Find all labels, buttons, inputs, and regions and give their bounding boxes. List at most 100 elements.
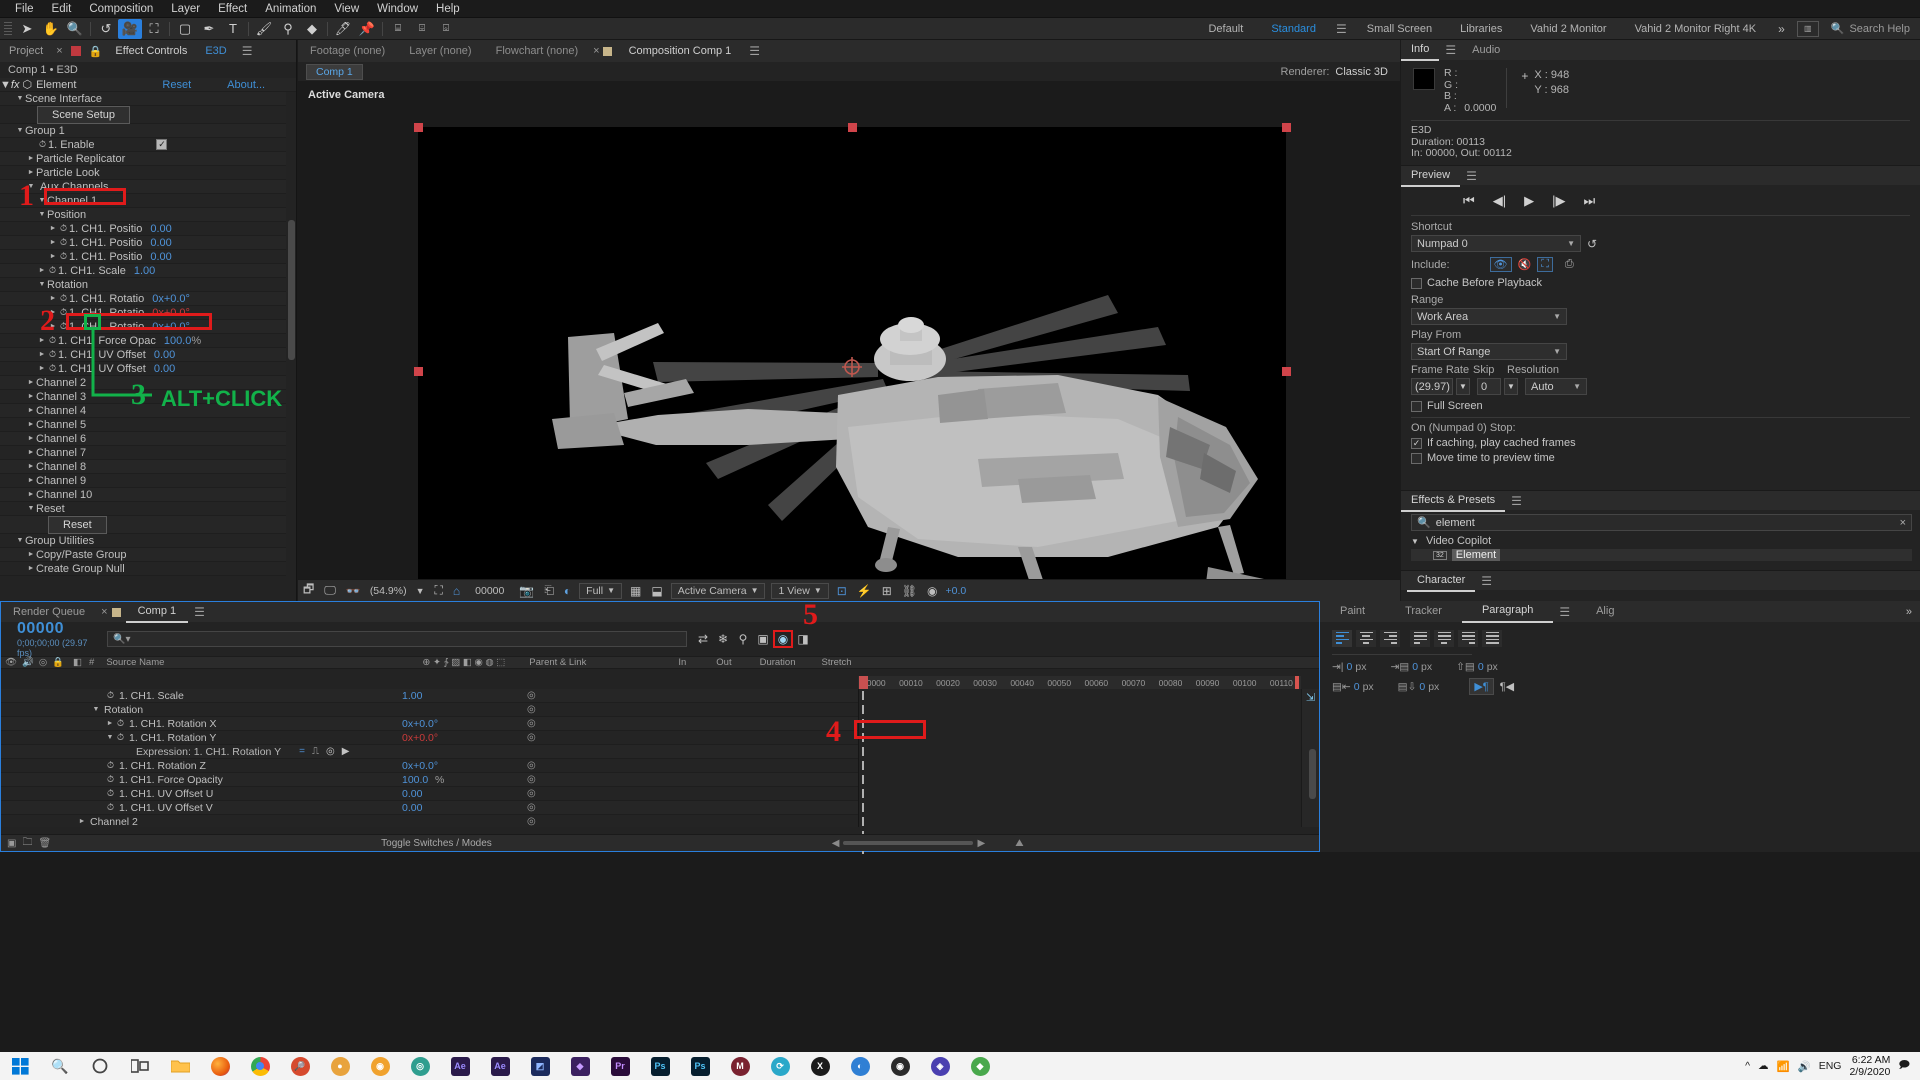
rtl-direction-button[interactable]: ¶◀ — [1500, 680, 1514, 693]
selection-handle-mr[interactable] — [1282, 367, 1291, 376]
expand-triangle-icon[interactable]: ▼ — [0, 79, 11, 91]
effect-row[interactable]: ▼ Group Utilities — [0, 534, 286, 548]
close-icon[interactable]: × — [590, 45, 602, 57]
collapse-triangle-icon[interactable]: ▼ — [105, 734, 115, 741]
keyframe-marker[interactable] — [862, 817, 864, 826]
parent-pickwhip-icon[interactable]: ◎ — [527, 732, 536, 743]
expand-triangle-icon[interactable]: ► — [48, 225, 58, 232]
frame-blending-icon[interactable]: ▣ — [753, 630, 773, 648]
effect-row[interactable]: ▼ Reset — [0, 502, 286, 516]
expand-triangle-icon[interactable]: ► — [48, 295, 58, 302]
parent-pickwhip-icon[interactable]: ◎ — [527, 718, 536, 729]
tab-paint[interactable]: Paint — [1320, 601, 1385, 622]
effect-row[interactable]: ► Create Group Null — [0, 562, 286, 576]
timeline-property-row[interactable]: ► Channel 2 ◎ — [1, 815, 858, 827]
ltr-direction-button[interactable]: ▶¶ — [1469, 678, 1494, 695]
timeline-property-value[interactable]: 0x+0.0° — [402, 732, 438, 744]
timeline-vscrollbar[interactable] — [1309, 749, 1316, 799]
graph-icon[interactable]: ⎍ — [312, 746, 319, 757]
resolution-dropdown[interactable]: Auto ▼ — [1525, 378, 1587, 395]
expression-menu-icon[interactable]: ▶ — [342, 746, 350, 757]
timeline-ruler[interactable]: 00000 00010 00020 00030 00040 00050 00060 00070… — [858, 676, 1301, 689]
timeline-property-row[interactable]: ⏱ 1. CH1. Rotation Z 0x+0.0° ◎ — [1, 759, 858, 773]
region-of-interest-icon[interactable]: ⛶ — [430, 583, 448, 598]
effect-row[interactable]: ► Channel 2 — [0, 376, 286, 390]
video-toggle-icon[interactable]: 👁 — [1, 657, 17, 668]
camera-view-dropdown[interactable]: Active Camera ▼ — [670, 582, 766, 599]
view-count-dropdown[interactable]: 1 View ▼ — [771, 582, 829, 599]
menu-item-window[interactable]: Window — [368, 0, 427, 18]
expand-triangle-icon[interactable]: ► — [26, 421, 36, 428]
comp-mini-flowchart-icon[interactable]: ⇄ — [693, 630, 713, 648]
expand-triangle-icon[interactable]: ► — [26, 393, 36, 400]
out-header[interactable]: Out — [716, 657, 731, 668]
zoom-level[interactable]: (54.9%) — [366, 585, 411, 597]
pen-tool-icon[interactable]: ✒ — [197, 19, 221, 39]
onedrive-icon[interactable]: ☁ — [1758, 1060, 1769, 1072]
tray-expand-icon[interactable]: ^ — [1745, 1060, 1750, 1072]
panel-menu-icon[interactable]: ☰ — [1439, 43, 1462, 57]
play-button[interactable]: ▶ — [1524, 193, 1534, 209]
app-maroon-icon[interactable]: M — [720, 1052, 760, 1080]
selection-handle-ml[interactable] — [414, 367, 423, 376]
timeline-property-value[interactable]: 1.00 — [402, 690, 422, 702]
timeline-property-row[interactable]: ⏱ 1. CH1. UV Offset V 0.00 ◎ — [1, 801, 858, 815]
puppet-pin-tool-icon[interactable]: 📌 — [355, 19, 379, 39]
pixel-aspect-icon[interactable]: ⊡ — [832, 584, 852, 598]
workspace-libraries[interactable]: Libraries — [1446, 18, 1516, 40]
next-frame-button[interactable]: |▶ — [1552, 193, 1565, 209]
channel-icon[interactable]: ◐ — [559, 584, 576, 598]
tab-tracker[interactable]: Tracker — [1385, 601, 1462, 622]
stopwatch-icon[interactable]: ⏱ — [105, 774, 116, 785]
effect-row[interactable]: ► Channel 7 — [0, 446, 286, 460]
network-icon[interactable]: 📶 — [1777, 1060, 1790, 1073]
cache-before-playback-checkbox[interactable] — [1411, 277, 1422, 289]
composition-icon[interactable]: ▣ — [1, 838, 16, 849]
tab-character[interactable]: Character — [1407, 570, 1476, 592]
camera-tool-icon[interactable]: 🎥 — [118, 18, 142, 39]
tab-e3d[interactable]: E3D — [196, 40, 235, 62]
file-explorer-icon[interactable] — [160, 1052, 200, 1080]
align-center-button[interactable] — [1356, 630, 1376, 647]
parent-pickwhip-icon[interactable]: ◎ — [527, 788, 536, 799]
skip-value[interactable]: 0 — [1477, 378, 1501, 395]
new-folder-icon[interactable]: 🗀 — [16, 835, 32, 852]
panel-menu-icon[interactable]: ☰ — [1475, 574, 1498, 588]
effect-row[interactable]: ► ⏱ 1. CH1. Rotatio 0x+0.0° — [0, 306, 286, 320]
range-dropdown[interactable]: Work Area ▼ — [1411, 308, 1567, 325]
in-header[interactable]: In — [678, 657, 686, 668]
delete-icon[interactable]: 🗑 — [32, 838, 51, 849]
hide-shy-layers-icon[interactable]: ⚲ — [733, 630, 753, 648]
effect-row[interactable]: ⏱ 1. Enable ✓ — [0, 138, 286, 152]
overflow-chevron-icon[interactable]: » — [1906, 606, 1920, 618]
expand-triangle-icon[interactable]: ► — [105, 720, 115, 727]
label-color-icon[interactable]: ◧ — [64, 657, 82, 668]
tab-paragraph[interactable]: Paragraph — [1461, 600, 1554, 623]
effect-row[interactable]: ► Particle Look — [0, 166, 286, 180]
menu-item-help[interactable]: Help — [427, 0, 469, 18]
move-time-checkbox[interactable] — [1411, 452, 1422, 464]
collapse-triangle-icon[interactable]: ▼ — [15, 537, 25, 544]
comp-renderer-icon[interactable]: ⛰ — [1015, 838, 1023, 849]
panel-menu-icon[interactable]: ☰ — [188, 605, 211, 619]
keyframe-marker[interactable] — [862, 761, 864, 770]
effect-row[interactable]: Reset — [0, 515, 286, 534]
cortana-icon[interactable] — [80, 1052, 120, 1080]
current-timecode[interactable]: 00000 — [17, 620, 101, 638]
reset-link[interactable]: Reset — [162, 79, 191, 91]
skip-chevron-icon[interactable]: ▼ — [1504, 378, 1518, 395]
snapshot-icon[interactable]: 📷 — [514, 584, 539, 598]
effect-row[interactable]: ▼ Group 1 — [0, 124, 286, 138]
include-export-icon[interactable]: ⎙ — [1565, 258, 1574, 271]
brush-tool-icon[interactable]: 🖌 — [252, 19, 276, 39]
align-center-icon[interactable]: ⌹ — [410, 19, 434, 39]
timeline-property-value[interactable]: 0x+0.0° — [402, 718, 438, 730]
parent-pickwhip-icon[interactable]: ◎ — [527, 802, 536, 813]
timeline-graph-area[interactable] — [858, 689, 1301, 854]
justify-last-center-button[interactable] — [1434, 630, 1454, 647]
stretch-header[interactable]: Stretch — [822, 657, 852, 668]
expand-triangle-icon[interactable]: ► — [26, 435, 36, 442]
timeline-property-row[interactable]: ▼ Rotation ◎ — [1, 703, 858, 717]
expand-triangle-icon[interactable]: ► — [26, 169, 36, 176]
effect-row-value[interactable]: 0.00 — [150, 237, 171, 249]
